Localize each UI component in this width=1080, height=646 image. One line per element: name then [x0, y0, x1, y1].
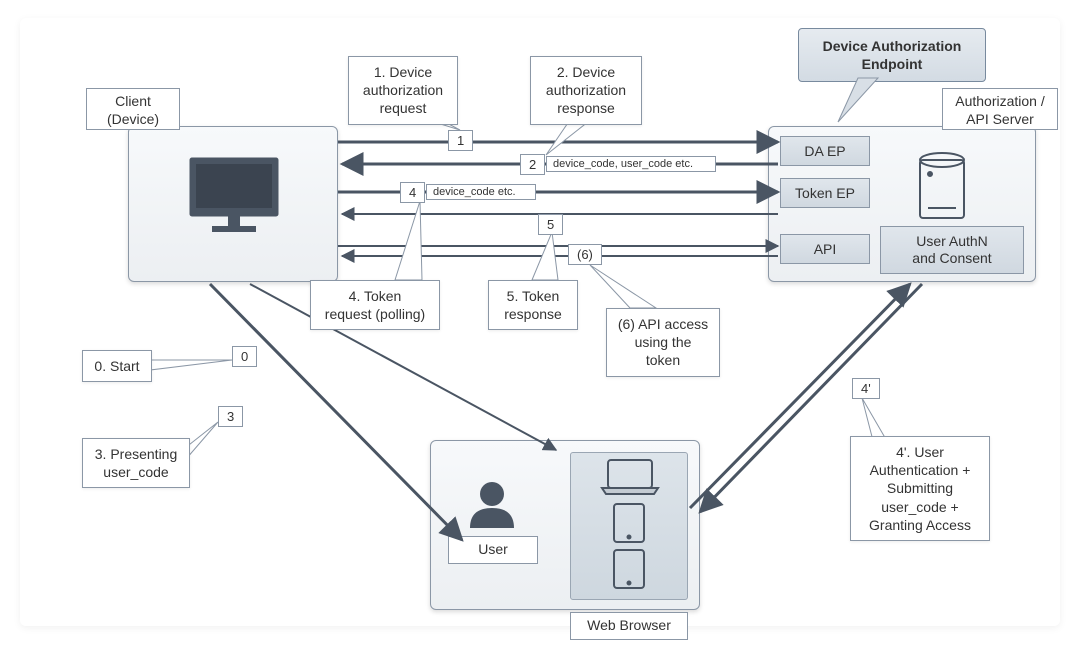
num-3: 3 [218, 406, 243, 427]
msg-4: device_code etc. [426, 184, 536, 200]
client-label: Client (Device) [86, 88, 180, 130]
browser-label: Web Browser [570, 612, 688, 640]
step-0: 0. Start [82, 350, 152, 382]
token-ep-label: Token EP [780, 178, 870, 208]
step-3: 3. Presenting user_code [82, 438, 190, 488]
da-ep-label: DA EP [780, 136, 870, 166]
dae-banner: Device Authorization Endpoint [798, 28, 986, 82]
step-1: 1. Device authorization request [348, 56, 458, 125]
msg-2: device_code, user_code etc. [546, 156, 716, 172]
num-6: (6) [568, 244, 602, 265]
step-5: 5. Token response [488, 280, 578, 330]
num-0: 0 [232, 346, 257, 367]
step-6: (6) API access using the token [606, 308, 720, 377]
api-label: API [780, 234, 870, 264]
browser-pane [570, 452, 688, 600]
user-label: User [448, 536, 538, 564]
client-box [128, 126, 338, 282]
step-4p: 4'. User Authentication + Submitting use… [850, 436, 990, 541]
num-2: 2 [520, 154, 545, 175]
step-4: 4. Token request (polling) [310, 280, 440, 330]
authn-label: User AuthN and Consent [880, 226, 1024, 274]
num-1: 1 [448, 130, 473, 151]
num-5: 5 [538, 214, 563, 235]
step-2: 2. Device authorization response [530, 56, 642, 125]
num-4: 4 [400, 182, 425, 203]
num-4p: 4' [852, 378, 880, 399]
server-label: Authorization / API Server [942, 88, 1058, 130]
